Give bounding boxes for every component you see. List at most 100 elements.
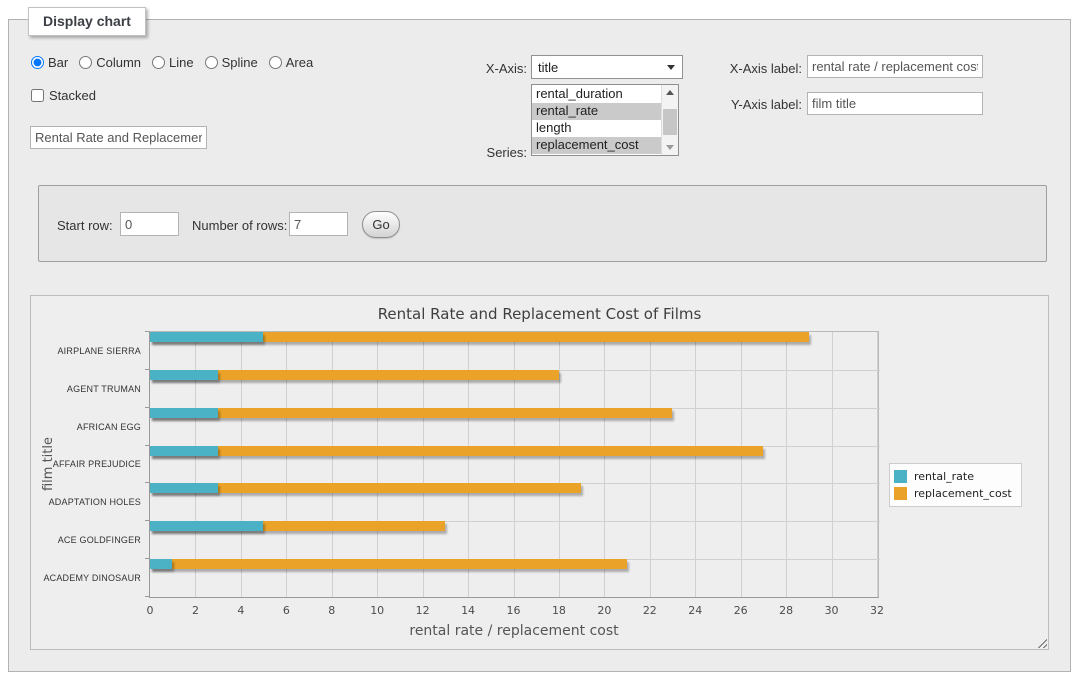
scrollbar-thumb[interactable] (663, 109, 677, 135)
y-tick-mark (145, 407, 149, 408)
chart-type-label: Bar (48, 55, 68, 70)
bar-rental_rate (150, 332, 263, 342)
x-tick-label: 4 (237, 604, 244, 617)
bar-rental_rate (150, 446, 218, 456)
bar-rental_rate (150, 521, 263, 531)
chart-type-radio-group: Bar Column Line Spline Area (31, 55, 313, 70)
x-tick-label: 8 (328, 604, 335, 617)
scrollbar-track[interactable] (662, 100, 678, 140)
category-label: ACADEMY DINOSAUR (43, 559, 141, 597)
number-of-rows-label: Number of rows: (192, 218, 287, 233)
bar-replacement_cost (150, 408, 672, 418)
chart-band-airplane-sierra: AIRPLANE SIERRA (150, 332, 877, 370)
series-scrollbar[interactable] (661, 85, 678, 155)
y-tick-mark (145, 482, 149, 483)
bar-rental_rate (150, 483, 218, 493)
bar-rental_rate (150, 370, 218, 380)
chart-type-label: Column (96, 55, 141, 70)
chart-type-option-column: Column (79, 55, 141, 70)
resize-handle-icon[interactable] (1035, 636, 1047, 648)
category-label: AFFAIR PREJUDICE (53, 446, 141, 484)
y-axis-label-field-label: Y-Axis label: (722, 97, 802, 112)
x-tick-label: 10 (370, 604, 384, 617)
chart-band-agent-truman: AGENT TRUMAN (150, 370, 877, 408)
category-label: ADAPTATION HOLES (49, 483, 141, 521)
triangle-up-icon (666, 90, 674, 95)
chart-legend: rental_rate replacement_cost (889, 463, 1022, 507)
scroll-up-button[interactable] (662, 85, 678, 100)
bar-replacement_cost (150, 446, 763, 456)
y-tick-mark (145, 558, 149, 559)
chevron-down-icon (667, 65, 675, 70)
legend-label: replacement_cost (914, 487, 1012, 500)
x-axis-selected-value: title (538, 60, 558, 75)
x-axis-select[interactable]: title (531, 55, 683, 79)
bar-rental_rate (150, 559, 172, 569)
gridline (877, 332, 878, 597)
start-row-input[interactable] (120, 212, 179, 236)
plot-scale: AIRPLANE SIERRAAGENT TRUMANAFRICAN EGGAF… (150, 332, 877, 597)
legend-item-rental_rate: rental_rate (894, 468, 1012, 485)
x-tick-label: 6 (283, 604, 290, 617)
chart-band-academy-dinosaur: ACADEMY DINOSAUR (150, 559, 877, 597)
chart-type-option-line: Line (152, 55, 194, 70)
y-tick-mark (145, 520, 149, 521)
series-multiselect[interactable]: rental_durationrental_ratelengthreplacem… (531, 84, 679, 156)
y-axis-label-input[interactable] (807, 92, 983, 115)
series-option-rental_duration[interactable]: rental_duration (532, 86, 661, 103)
y-tick-mark (145, 445, 149, 446)
chart-type-radio-spline[interactable] (205, 56, 218, 69)
x-tick-label: 18 (552, 604, 566, 617)
x-tick-label: 28 (779, 604, 793, 617)
series-options: rental_durationrental_ratelengthreplacem… (532, 85, 661, 155)
start-row-label: Start row: (57, 218, 113, 233)
y-tick-mark (145, 596, 149, 597)
chart-band-adaptation-holes: ADAPTATION HOLES (150, 483, 877, 521)
chart-type-label: Area (286, 55, 313, 70)
chart-title-input[interactable] (30, 126, 207, 149)
plot-area: AIRPLANE SIERRAAGENT TRUMANAFRICAN EGGAF… (149, 331, 879, 598)
x-axis-label-input[interactable] (807, 55, 983, 78)
chart-area: Rental Rate and Replacement Cost of Film… (30, 295, 1049, 650)
x-tick-label: 24 (688, 604, 702, 617)
number-of-rows-input[interactable] (289, 212, 348, 236)
legend-swatch (894, 470, 907, 483)
series-option-rental_rate[interactable]: rental_rate (532, 103, 661, 120)
chart-type-option-spline: Spline (205, 55, 258, 70)
chart-type-radio-line[interactable] (152, 56, 165, 69)
y-tick-mark (145, 331, 149, 332)
panel-title: Display chart (28, 7, 146, 36)
x-tick-label: 26 (734, 604, 748, 617)
chart-type-option-bar: Bar (31, 55, 68, 70)
chart-band-affair-prejudice: AFFAIR PREJUDICE (150, 446, 877, 484)
series-option-length[interactable]: length (532, 120, 661, 137)
stacked-checkbox[interactable] (31, 89, 44, 102)
x-tick-label: 32 (870, 604, 884, 617)
legend-swatch (894, 487, 907, 500)
x-axis-label-field-label: X-Axis label: (722, 61, 802, 76)
category-label: ACE GOLDFINGER (58, 521, 141, 559)
chart-type-radio-area[interactable] (269, 56, 282, 69)
chart-type-radio-bar[interactable] (31, 56, 44, 69)
y-tick-mark (145, 369, 149, 370)
category-label: AGENT TRUMAN (67, 370, 141, 408)
bar-rental_rate (150, 408, 218, 418)
scroll-down-button[interactable] (662, 140, 678, 155)
x-tick-label: 22 (643, 604, 657, 617)
chart-type-radio-column[interactable] (79, 56, 92, 69)
x-tick-label: 30 (825, 604, 839, 617)
legend-item-replacement_cost: replacement_cost (894, 485, 1012, 502)
series-option-replacement_cost[interactable]: replacement_cost (532, 137, 661, 154)
legend-label: rental_rate (914, 470, 974, 483)
x-tick-label: 14 (461, 604, 475, 617)
stacked-label: Stacked (49, 88, 96, 103)
stacked-option: Stacked (31, 88, 96, 103)
triangle-down-icon (666, 145, 674, 150)
chart-type-option-area: Area (269, 55, 313, 70)
chart-band-ace-goldfinger: ACE GOLDFINGER (150, 521, 877, 559)
chart-type-label: Line (169, 55, 194, 70)
chart-type-label: Spline (222, 55, 258, 70)
bar-replacement_cost (150, 559, 627, 569)
go-button[interactable]: Go (362, 211, 400, 238)
x-tick-label: 16 (507, 604, 521, 617)
